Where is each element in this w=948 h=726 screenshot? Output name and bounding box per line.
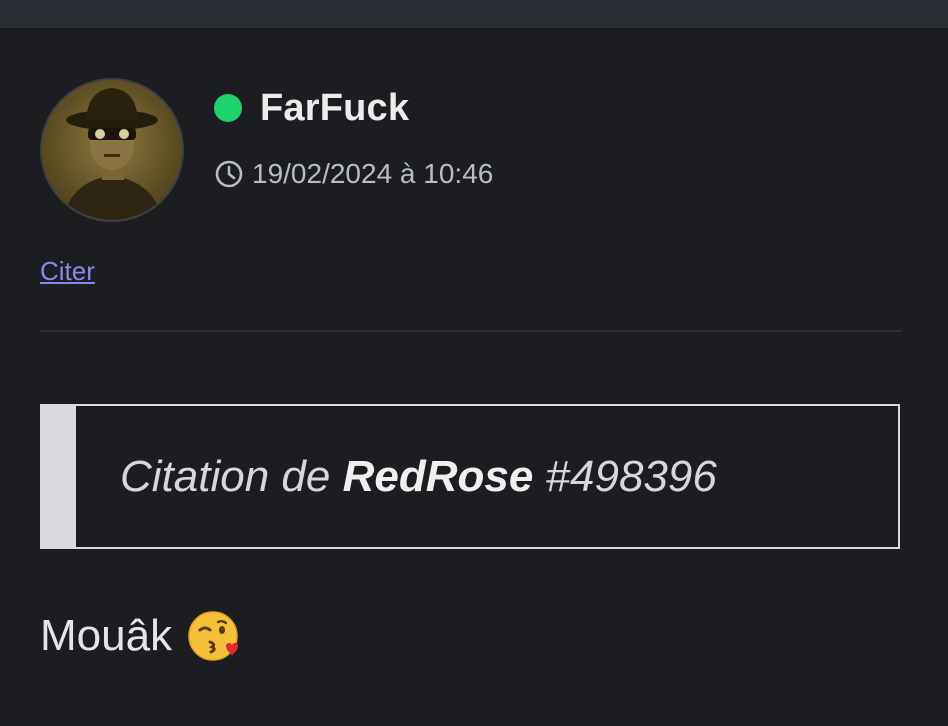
- post-date: 19/02/2024 à 10:46: [214, 156, 493, 192]
- divider: [40, 330, 902, 332]
- forum-post: FarFuck 19/02/2024 à 10:46 Citer Citatio…: [0, 28, 948, 726]
- clock-icon: [214, 159, 244, 189]
- quote-prefix: Citation de: [120, 451, 331, 501]
- avatar[interactable]: [40, 78, 184, 222]
- post-timestamp: 19/02/2024 à 10:46: [252, 158, 494, 189]
- quote-link[interactable]: Citer: [40, 256, 95, 287]
- quoted-username[interactable]: RedRose: [343, 452, 534, 501]
- author-row: FarFuck: [214, 86, 409, 130]
- online-status-icon: [214, 94, 242, 122]
- top-bar: [0, 0, 948, 29]
- avatar-image: [42, 80, 182, 220]
- blockquote: Citation de RedRose #498396: [40, 404, 900, 549]
- author-name[interactable]: FarFuck: [260, 87, 409, 130]
- message-body: Mouâk: [40, 608, 242, 664]
- message-text: Mouâk: [40, 611, 173, 660]
- face-blowing-a-kiss-icon: [186, 608, 242, 664]
- quote-reference[interactable]: #498396: [546, 452, 717, 501]
- quote-attribution: Citation de RedRose #498396: [76, 452, 717, 502]
